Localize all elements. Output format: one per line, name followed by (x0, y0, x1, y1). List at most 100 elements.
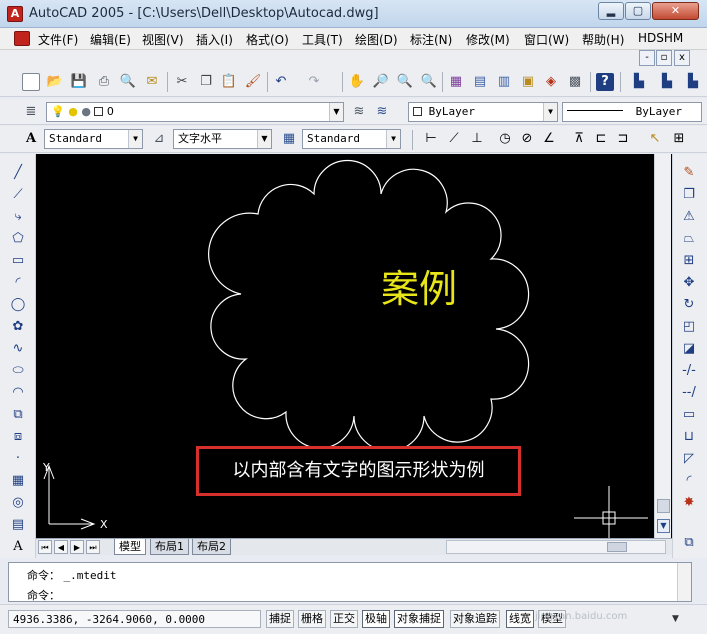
print-icon[interactable]: ⎙ (95, 73, 113, 91)
angular-dimension-icon[interactable]: ∠ (540, 130, 558, 148)
undo-icon[interactable]: ↶ (272, 73, 290, 91)
erase-icon[interactable]: ✎ (680, 164, 698, 182)
menu-hdshm[interactable]: HDSHM (638, 31, 683, 45)
arc-icon[interactable]: ◜ (9, 274, 27, 292)
menu-insert[interactable]: 插入(I) (196, 31, 233, 48)
menu-draw[interactable]: 绘图(D) (355, 31, 398, 48)
last-tab-icon[interactable]: ⏭ (86, 540, 100, 554)
spline-icon[interactable]: ∿ (9, 340, 27, 358)
cut-icon[interactable]: ✂ (173, 73, 191, 91)
diameter-dimension-icon[interactable]: ⊘ (518, 130, 536, 148)
tolerance-icon[interactable]: ⊞ (670, 130, 688, 148)
text-align-select[interactable]: 文字水平 ▼ (173, 129, 272, 149)
match-properties-icon[interactable]: 🖌 (244, 73, 262, 91)
make-block-icon[interactable]: ⧈ (9, 428, 27, 446)
rotate-icon[interactable]: ↻ (680, 296, 698, 314)
insert-block-icon[interactable]: ⧉ (9, 406, 27, 424)
linetype-select[interactable]: ByLayer (562, 102, 702, 122)
zoom-window-icon[interactable]: 🔍 (396, 73, 414, 91)
layer-select[interactable]: 💡 ● ● 0 ▼ (46, 102, 344, 122)
scroll-thumb[interactable] (657, 499, 670, 513)
polar-toggle[interactable]: 极轴 (362, 610, 390, 628)
explode-icon[interactable]: ✸ (680, 494, 698, 512)
paste-icon[interactable]: 📋 (220, 73, 238, 91)
line-icon[interactable]: ╱ (9, 164, 27, 182)
menu-dimension[interactable]: 标注(N) (410, 31, 452, 48)
region-icon[interactable]: ◎ (9, 494, 27, 512)
close-button[interactable]: ✕ (652, 2, 699, 20)
minimize-button[interactable]: ▂ (598, 2, 624, 20)
markup-icon[interactable]: ◈ (542, 73, 560, 91)
first-tab-icon[interactable]: ⏮ (38, 540, 52, 554)
multiline-text-icon[interactable]: A (9, 538, 27, 556)
tab-layout1[interactable]: 布局1 (150, 539, 189, 555)
menu-view[interactable]: 视图(V) (142, 31, 184, 48)
pan-realtime-icon[interactable]: ✋ (348, 73, 366, 91)
sheet-set-icon[interactable]: ▣ (519, 73, 537, 91)
chamfer-icon[interactable]: ◸ (680, 450, 698, 468)
extend-icon[interactable]: --/ (680, 384, 698, 402)
tab-model[interactable]: 模型 (114, 539, 146, 555)
help-icon[interactable]: ? (596, 73, 614, 91)
menu-tools[interactable]: 工具(T) (302, 31, 343, 48)
redo-icon[interactable]: ↷ (305, 73, 323, 91)
hatch-icon[interactable]: ▦ (9, 472, 27, 490)
menu-modify[interactable]: 修改(M) (466, 31, 510, 48)
mdi-restore-button[interactable]: ▫ (656, 50, 672, 66)
polygon-icon[interactable]: ⬠ (9, 230, 27, 248)
command-input-line[interactable]: 命令： (27, 587, 60, 603)
command-window[interactable]: 命令： _.mtedit 命令： (8, 562, 692, 602)
lineweight-toggle[interactable]: 线宽 (506, 610, 534, 628)
make-layer-current-icon[interactable]: ≋ (350, 103, 368, 121)
menu-file[interactable]: 文件(F) (38, 31, 78, 48)
table-style-icon[interactable]: ▙ (684, 73, 702, 91)
point-icon[interactable]: · (9, 450, 27, 468)
command-scrollbar[interactable] (677, 563, 691, 601)
construction-line-icon[interactable]: ⟋ (9, 186, 27, 204)
mdi-minimize-button[interactable]: - (639, 50, 655, 66)
horizontal-scrollbar[interactable] (446, 540, 666, 554)
layer-previous-icon[interactable]: ≋ (373, 103, 391, 121)
vertical-scrollbar[interactable]: ▼ (654, 154, 671, 538)
mdi-close-button[interactable]: x (674, 50, 690, 66)
publish-icon[interactable]: ✉ (143, 73, 161, 91)
fillet-icon[interactable]: ◜ (680, 472, 698, 490)
coordinate-readout[interactable]: 4936.3386, -3264.9060, 0.0000 (8, 610, 261, 628)
text-style-select[interactable]: Standard ▼ (44, 129, 143, 149)
array-icon[interactable]: ⊞ (680, 252, 698, 270)
baseline-dimension-icon[interactable]: ⊏ (592, 130, 610, 148)
next-tab-icon[interactable]: ▶ (70, 540, 84, 554)
circle-icon[interactable]: ◯ (9, 296, 27, 314)
grid-toggle[interactable]: 栅格 (298, 610, 326, 628)
revision-cloud-icon[interactable]: ✿ (9, 318, 27, 336)
otrack-toggle[interactable]: 对象追踪 (450, 610, 500, 628)
open-file-icon[interactable]: 📂 (46, 73, 64, 91)
ellipse-icon[interactable]: ⬭ (9, 362, 27, 380)
ellipse-arc-icon[interactable]: ◠ (9, 384, 27, 402)
zoom-previous-icon[interactable]: 🔍 (420, 73, 438, 91)
scale-icon[interactable]: ◰ (680, 318, 698, 336)
polyline-icon[interactable]: ⤷ (9, 208, 27, 226)
rectangle-icon[interactable]: ▭ (9, 252, 27, 270)
layer-manager-icon[interactable]: ≣ (22, 103, 40, 121)
new-file-icon[interactable] (22, 73, 40, 91)
copy-object-icon[interactable]: ❐ (680, 186, 698, 204)
dim-style-icon[interactable]: ▙ (658, 73, 676, 91)
menu-window[interactable]: 窗口(W) (524, 31, 569, 48)
stretch-icon[interactable]: ◪ (680, 340, 698, 358)
quick-dimension-icon[interactable]: ⊼ (570, 130, 588, 148)
menu-edit[interactable]: 编辑(E) (90, 31, 131, 48)
aligned-dimension-icon[interactable]: ⟋ (445, 130, 463, 148)
linear-dimension-icon[interactable]: ⊢ (422, 130, 440, 148)
dim-style-select[interactable]: Standard ▼ (302, 129, 401, 149)
quickcalc-icon[interactable]: ▩ (566, 73, 584, 91)
break-at-point-icon[interactable]: ▭ (680, 406, 698, 424)
table-style-manager-icon[interactable]: ▦ (280, 130, 298, 148)
status-menu-arrow[interactable]: ▼ (672, 614, 679, 624)
ortho-toggle[interactable]: 正交 (330, 610, 358, 628)
zoom-realtime-icon[interactable]: 🔎 (372, 73, 390, 91)
document-icon[interactable] (14, 31, 30, 46)
scroll-down-arrow[interactable]: ▼ (657, 519, 670, 533)
prev-tab-icon[interactable]: ◀ (54, 540, 68, 554)
radius-dimension-icon[interactable]: ◷ (496, 130, 514, 148)
